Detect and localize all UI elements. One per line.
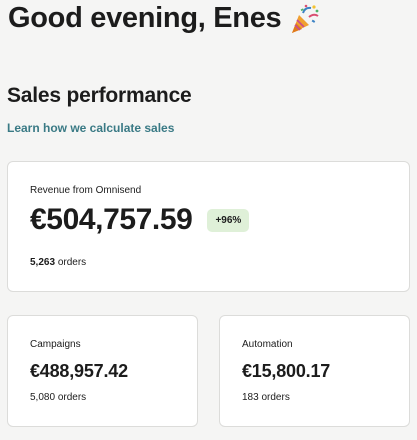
automation-orders: 183 orders [242, 392, 290, 403]
automation-orders-count: 183 [242, 392, 259, 403]
revenue-card: Revenue from Omnisend €504,757.59 +96% 5… [7, 161, 410, 292]
greeting-heading: Good evening, Enes [8, 2, 321, 35]
campaigns-orders-count: 5,080 [30, 392, 56, 403]
campaigns-label: Campaigns [30, 339, 81, 350]
automation-value: €15,800.17 [242, 361, 331, 381]
learn-sales-calculation-link[interactable]: Learn how we calculate sales [7, 121, 174, 135]
automation-orders-unit: orders [261, 392, 290, 403]
greeting-text: Good evening, Enes [8, 2, 282, 34]
campaigns-card: Campaigns €488,957.42 5,080 orders [7, 315, 198, 427]
party-popper-icon [289, 3, 321, 35]
campaigns-orders-unit: orders [57, 392, 87, 403]
revenue-label: Revenue from Omnisend [30, 185, 142, 196]
revenue-value-row: €504,757.59 +96% [30, 203, 250, 237]
section-title: Sales performance [7, 84, 192, 107]
automation-label: Automation [242, 339, 293, 350]
revenue-orders: 5,263 orders [30, 257, 86, 268]
automation-card: Automation €15,800.17 183 orders [219, 315, 410, 427]
campaigns-value: €488,957.42 [30, 361, 128, 381]
dashboard-page: Good evening, Enes Sales performance Lea… [0, 0, 417, 440]
revenue-orders-count: 5,263 [30, 257, 56, 268]
revenue-value: €504,757.59 [30, 203, 193, 236]
campaigns-orders: 5,080 orders [30, 392, 86, 403]
revenue-orders-unit: orders [57, 257, 87, 268]
revenue-change-badge: +96% [207, 208, 250, 232]
